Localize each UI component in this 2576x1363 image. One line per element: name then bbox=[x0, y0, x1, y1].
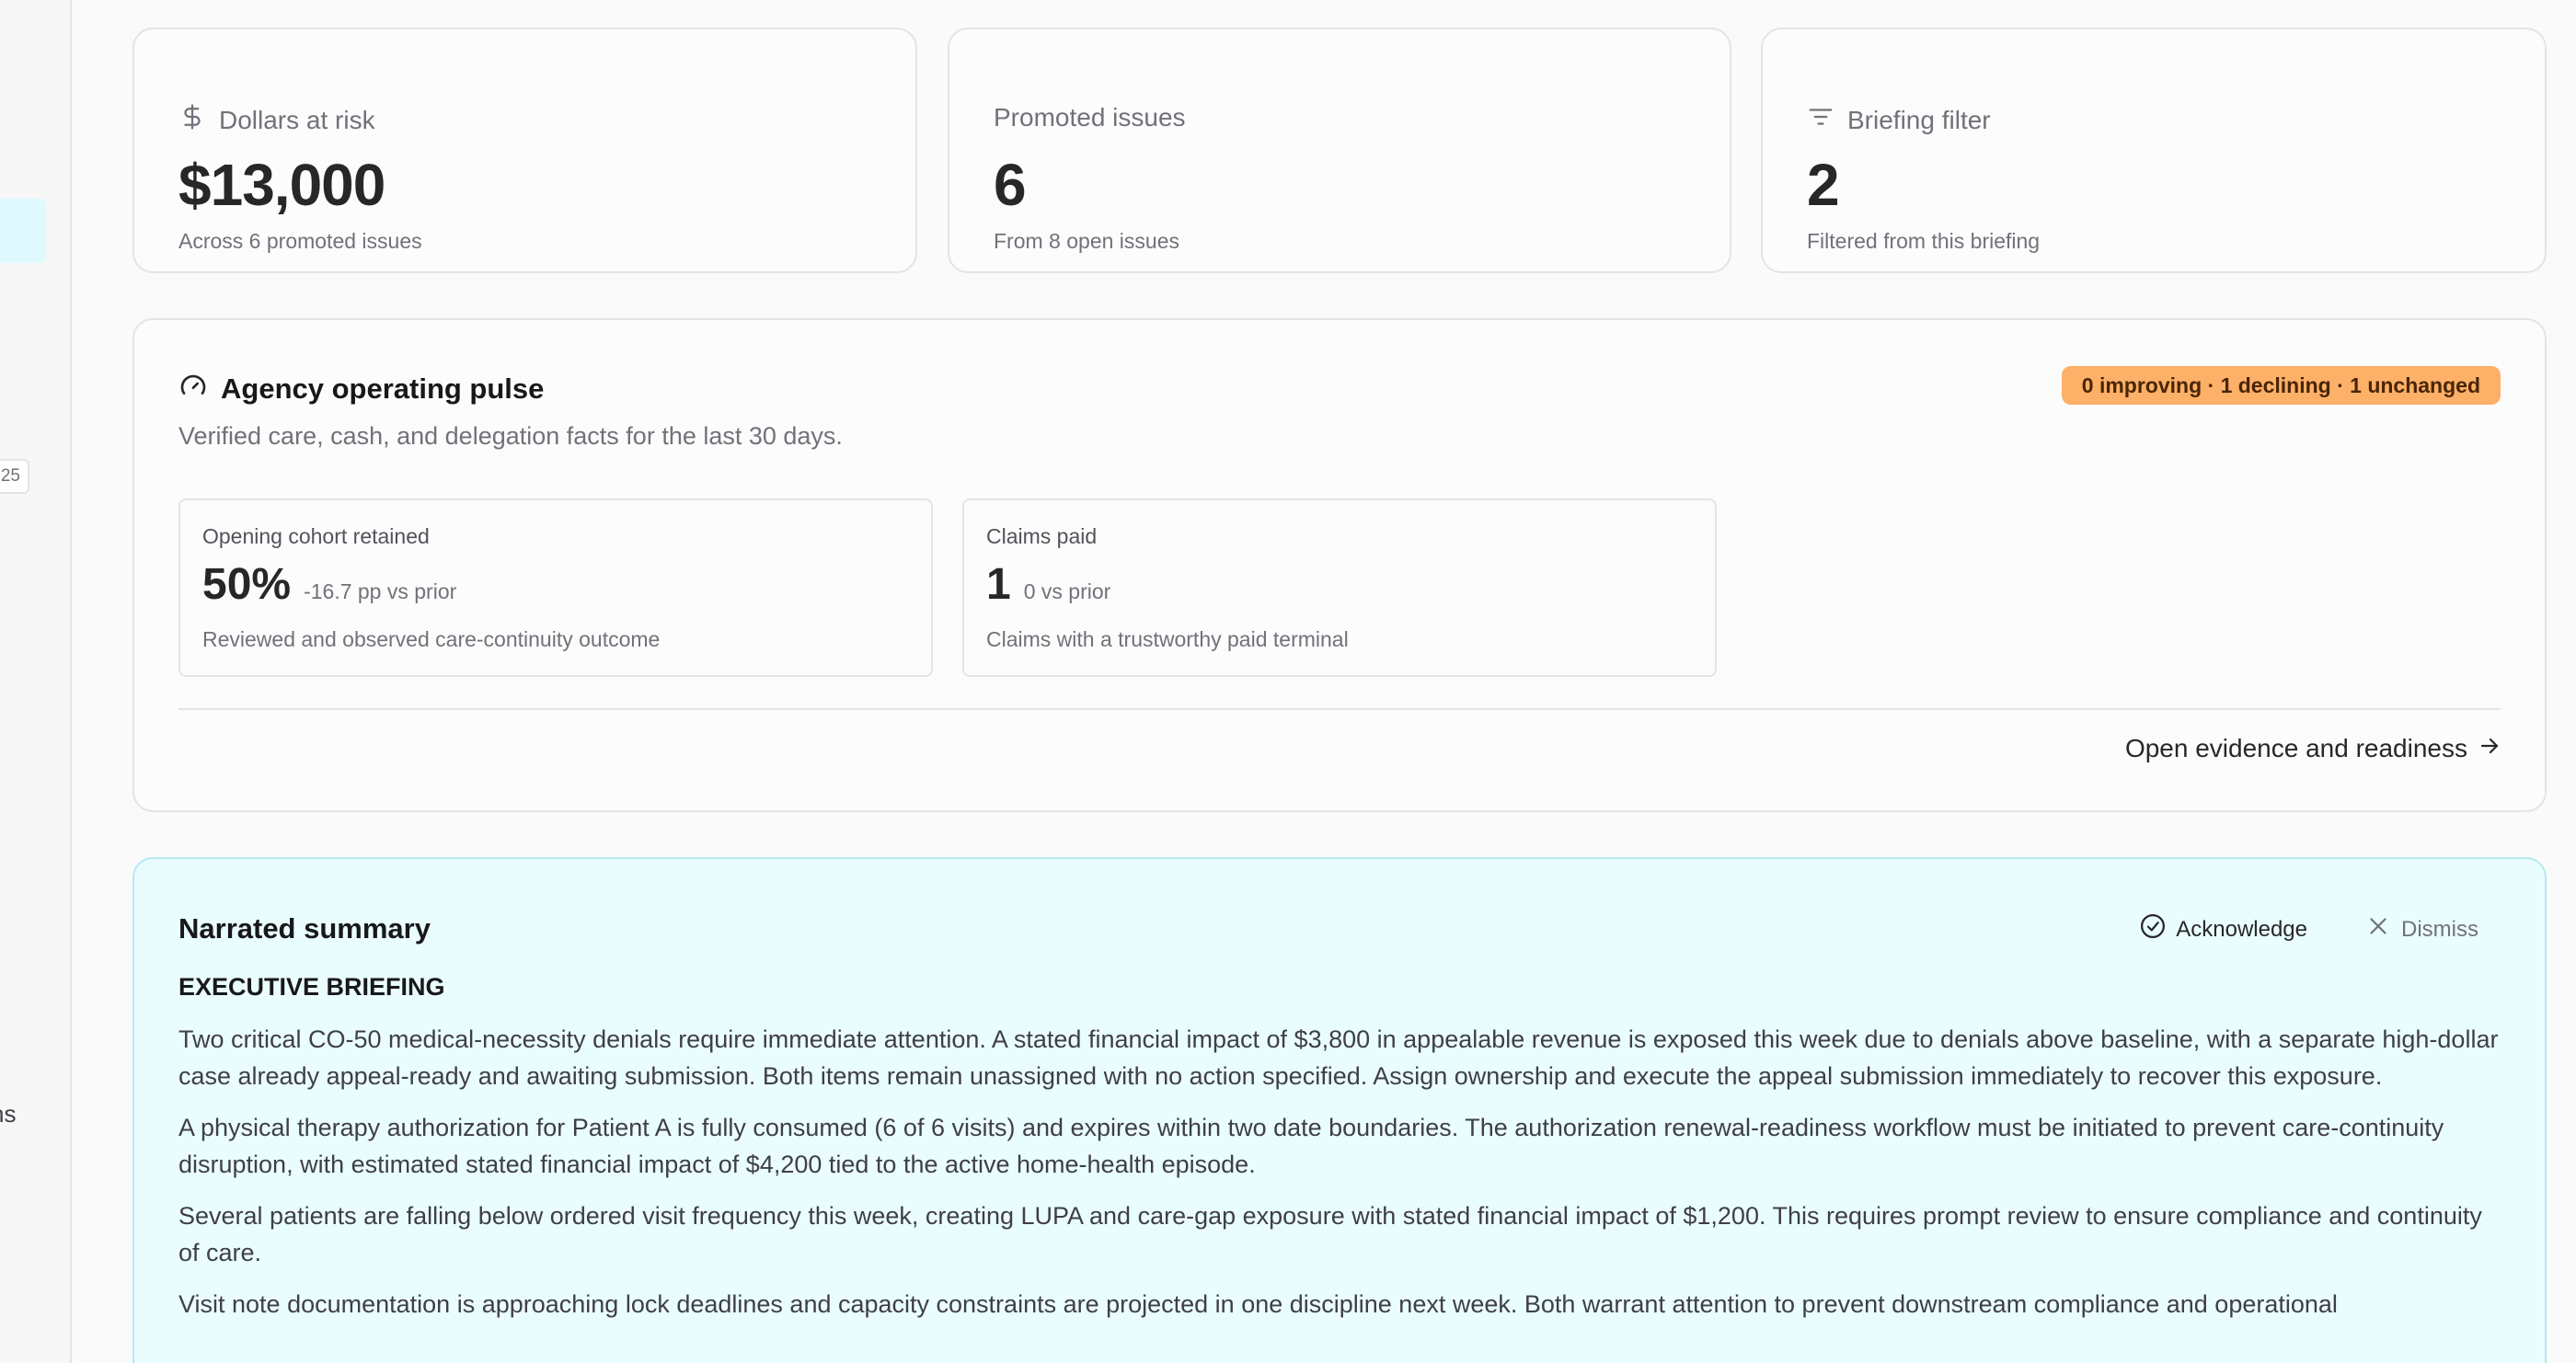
narrated-summary-card: Narrated summary Acknowledge Dismiss EXE… bbox=[132, 857, 2547, 1363]
metric-card-claims-paid: Claims paid 1 0 vs prior Claims with a tr… bbox=[962, 498, 1717, 677]
dismiss-button[interactable]: Dismiss bbox=[2364, 912, 2478, 946]
stat-card-dollars-at-risk: Dollars at risk $13,000 Across 6 promote… bbox=[132, 28, 917, 273]
acknowledge-label: Acknowledge bbox=[2176, 916, 2307, 942]
filter-icon bbox=[1807, 103, 1834, 137]
stat-value: 2 bbox=[1807, 152, 1840, 218]
open-evidence-link[interactable]: Open evidence and readiness bbox=[2125, 734, 2501, 763]
metric-value: 1 bbox=[986, 560, 1011, 609]
stat-subtitle: Across 6 promoted issues bbox=[178, 229, 422, 253]
evidence-link-label: Open evidence and readiness bbox=[2124, 734, 2467, 762]
sidebar: 25 ns bbox=[0, 0, 72, 1363]
stat-value: $13,000 bbox=[178, 152, 385, 218]
stat-subtitle: Filtered from this briefing bbox=[1807, 229, 2041, 253]
summary-actions: Acknowledge Dismiss bbox=[2139, 912, 2478, 946]
dollar-icon bbox=[178, 103, 206, 137]
briefing-paragraph: Two critical CO-50 medical-necessity den… bbox=[178, 1025, 2499, 1090]
stat-title: Dollars at risk bbox=[178, 103, 375, 137]
metric-value-row: 1 0 vs prior bbox=[986, 559, 1110, 610]
metric-delta: 0 vs prior bbox=[1023, 579, 1111, 603]
metric-subtitle: Claims with a trustworthy paid terminal bbox=[986, 627, 1349, 651]
stat-title-text: Promoted issues bbox=[994, 103, 1186, 132]
pulse-title-text: Agency operating pulse bbox=[221, 372, 545, 405]
sidebar-count-badge: 25 bbox=[0, 459, 29, 494]
check-circle-icon bbox=[2139, 912, 2167, 946]
stat-card-promoted-issues: Promoted issues 6 From 8 open issues bbox=[948, 28, 1731, 273]
gauge-icon bbox=[178, 371, 208, 407]
briefing-paragraphs: Two critical CO-50 medical-necessity den… bbox=[178, 1021, 2501, 1337]
dismiss-label: Dismiss bbox=[2401, 916, 2478, 942]
close-icon bbox=[2364, 912, 2392, 946]
summary-title: Narrated summary bbox=[178, 912, 431, 945]
sidebar-active-item[interactable] bbox=[0, 199, 46, 263]
metric-subtitle: Reviewed and observed care-continuity ou… bbox=[202, 627, 661, 651]
stat-title: Briefing filter bbox=[1807, 103, 1991, 137]
briefing-paragraph: Visit note documentation is approaching … bbox=[178, 1290, 2338, 1318]
stat-title: Promoted issues bbox=[994, 103, 1186, 132]
metric-value: 50% bbox=[202, 560, 292, 609]
pulse-description: Verified care, cash, and delegation fact… bbox=[178, 422, 843, 450]
stat-subtitle: From 8 open issues bbox=[994, 229, 1179, 253]
stat-card-briefing-filter: Briefing filter 2 Filtered from this bri… bbox=[1761, 28, 2547, 273]
briefing-paragraph: Several patients are falling below order… bbox=[178, 1202, 2482, 1266]
sidebar-item-label[interactable]: ns bbox=[0, 1100, 16, 1128]
stat-title-text: Dollars at risk bbox=[219, 105, 375, 134]
briefing-paragraph: A physical therapy authorization for Pat… bbox=[178, 1114, 2444, 1178]
pulse-title: Agency operating pulse bbox=[178, 371, 544, 407]
stat-title-text: Briefing filter bbox=[1847, 105, 1991, 134]
divider bbox=[178, 708, 2501, 710]
metric-label: Claims paid bbox=[986, 524, 1098, 548]
briefing-heading: EXECUTIVE BRIEFING bbox=[178, 973, 445, 1001]
trend-summary-badge: 0 improving · 1 declining · 1 unchanged bbox=[2061, 366, 2501, 405]
operating-pulse-card: Agency operating pulse Verified care, ca… bbox=[132, 318, 2547, 812]
stat-value: 6 bbox=[994, 152, 1027, 218]
arrow-right-icon bbox=[2478, 734, 2501, 763]
metric-value-row: 50% -16.7 pp vs prior bbox=[202, 559, 456, 610]
acknowledge-button[interactable]: Acknowledge bbox=[2139, 912, 2307, 946]
metric-delta: -16.7 pp vs prior bbox=[304, 579, 457, 603]
metric-card-cohort-retained: Opening cohort retained 50% -16.7 pp vs p… bbox=[178, 498, 933, 677]
metric-label: Opening cohort retained bbox=[202, 524, 430, 548]
